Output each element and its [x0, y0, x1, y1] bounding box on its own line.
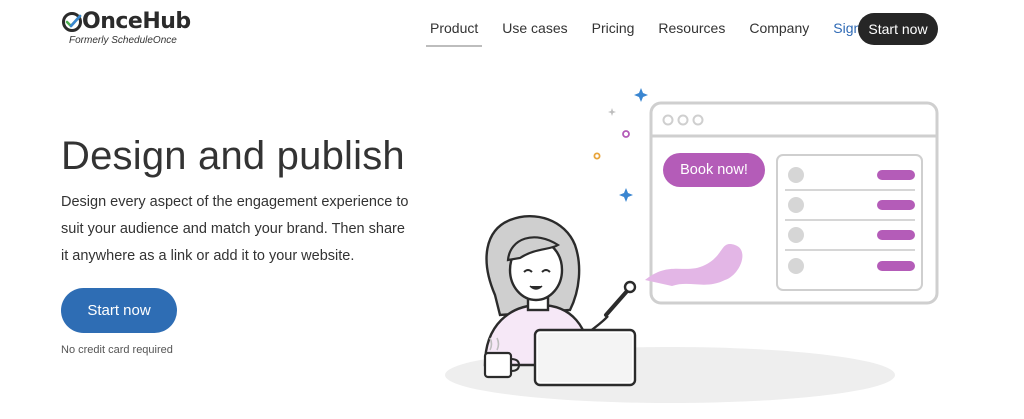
nav-pricing[interactable]: Pricing	[580, 0, 647, 56]
logo-wordmark: OnceHub	[61, 9, 191, 34]
paintbrush-icon	[604, 280, 637, 317]
logo-tagline: Formerly ScheduleOnce	[69, 35, 177, 46]
brand-logo[interactable]: OnceHub Formerly ScheduleOnce	[61, 9, 191, 46]
header-start-now-button[interactable]: Start now	[858, 13, 938, 45]
nav-product[interactable]: Product	[418, 0, 490, 56]
hero-description: Design every aspect of the engagement ex…	[61, 194, 409, 264]
hero-illustration: Book now!	[440, 80, 960, 410]
sparkle-icons	[593, 88, 648, 202]
hero-start-now-button[interactable]: Start now	[61, 288, 177, 333]
main-nav: Product Use cases Pricing Resources Comp…	[418, 0, 889, 56]
book-now-button[interactable]: Book now!	[663, 153, 765, 187]
nav-use-cases[interactable]: Use cases	[490, 0, 579, 56]
logo-text: OnceHub	[82, 9, 191, 34]
logo-check-icon	[61, 11, 83, 33]
nav-resources[interactable]: Resources	[646, 0, 737, 56]
laptop-icon	[533, 328, 637, 387]
nav-company[interactable]: Company	[737, 0, 821, 56]
hero-title: Design and publish	[61, 134, 405, 178]
no-credit-card-note: No credit card required	[61, 344, 173, 356]
